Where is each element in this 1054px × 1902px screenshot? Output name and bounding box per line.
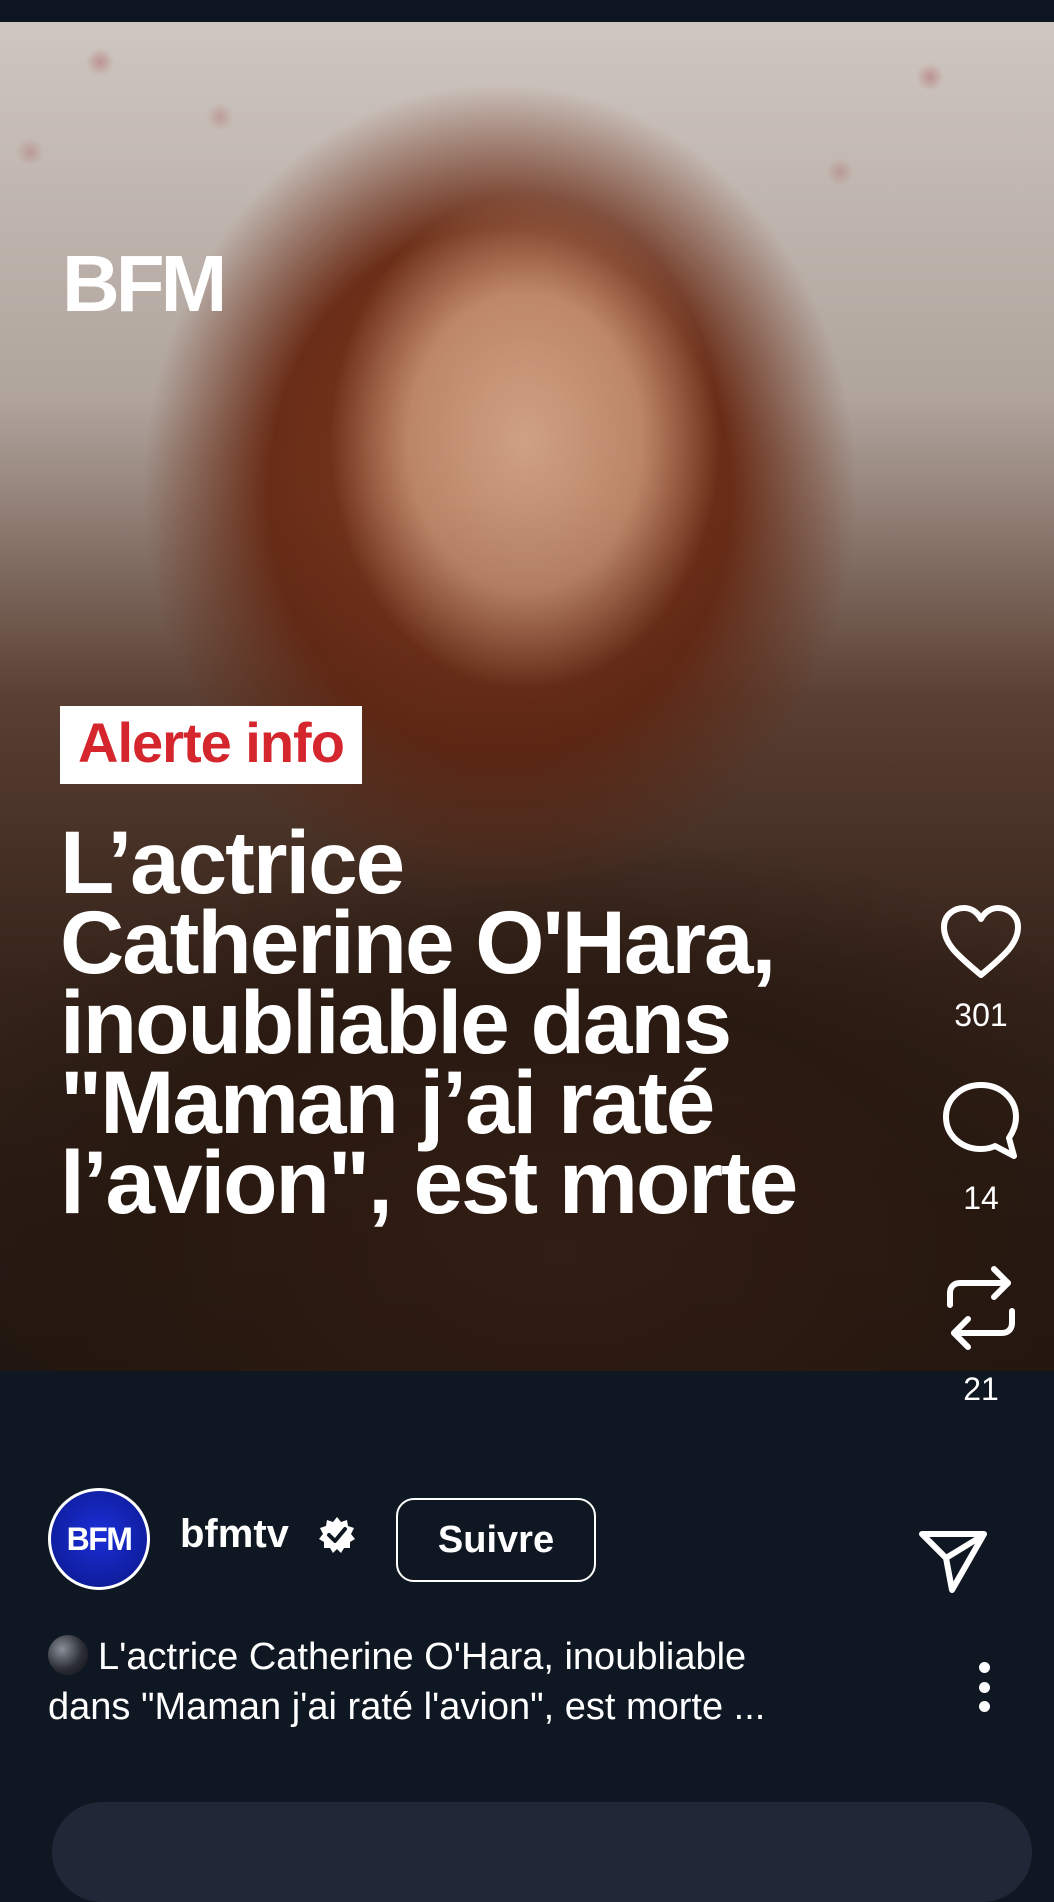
more-dot [978, 1701, 990, 1712]
like-action[interactable]: 301 [940, 905, 1022, 1034]
top-status-strip [0, 0, 1054, 22]
author-row: BFM bfmtv Suivre [48, 1488, 1008, 1596]
like-count: 301 [954, 997, 1008, 1033]
black-circle-emoji [48, 1635, 88, 1675]
heart-icon[interactable] [940, 905, 1022, 979]
caption[interactable]: L'actrice Catherine O'Hara, inoubliable … [48, 1632, 928, 1732]
headline: L’actrice Catherine O'Hara, inoubliable … [60, 812, 940, 1232]
verified-badge-icon [319, 1517, 355, 1553]
more-dot [978, 1662, 990, 1673]
caption-line-1: L'actrice Catherine O'Hara, inoubliable [48, 1632, 928, 1682]
alert-label: Alerte info [60, 706, 362, 784]
headline-line: L’actrice [60, 812, 405, 912]
comment-bubble-icon[interactable] [940, 1080, 1022, 1162]
paper-plane-icon[interactable] [918, 1528, 988, 1594]
more-vertical-icon[interactable] [974, 1662, 994, 1712]
repost-count: 21 [963, 1371, 999, 1407]
avatar[interactable]: BFM [48, 1488, 150, 1590]
comment-count: 14 [963, 1180, 999, 1216]
comment-action[interactable]: 14 [940, 1080, 1022, 1217]
post-image[interactable]: BFM Alerte info L’actrice Catherine O'Ha… [0, 22, 1054, 1371]
headline-line: inoubliable dans [60, 972, 732, 1072]
repost-action[interactable]: 21 [944, 1263, 1018, 1408]
background-pattern [0, 22, 1054, 222]
headline-line: l’avion", est morte [60, 1132, 798, 1232]
comment-input-bar[interactable] [52, 1802, 1032, 1902]
repost-icon[interactable] [944, 1263, 1018, 1353]
more-dot [978, 1681, 990, 1693]
caption-text: L'actrice Catherine O'Hara, inoubliable [98, 1636, 747, 1678]
caption-line-2: dans "Maman j'ai raté l'avion", est mort… [48, 1686, 766, 1728]
avatar-text: BFM [66, 1520, 133, 1557]
bfm-logo: BFM [62, 239, 227, 328]
side-actions: 301 14 21 [926, 905, 1036, 1408]
follow-button[interactable]: Suivre [396, 1498, 596, 1582]
username[interactable]: bfmtv [180, 1512, 289, 1557]
headline-line: Catherine O'Hara, [60, 892, 776, 992]
headline-line: "Maman j’ai raté [60, 1052, 715, 1152]
